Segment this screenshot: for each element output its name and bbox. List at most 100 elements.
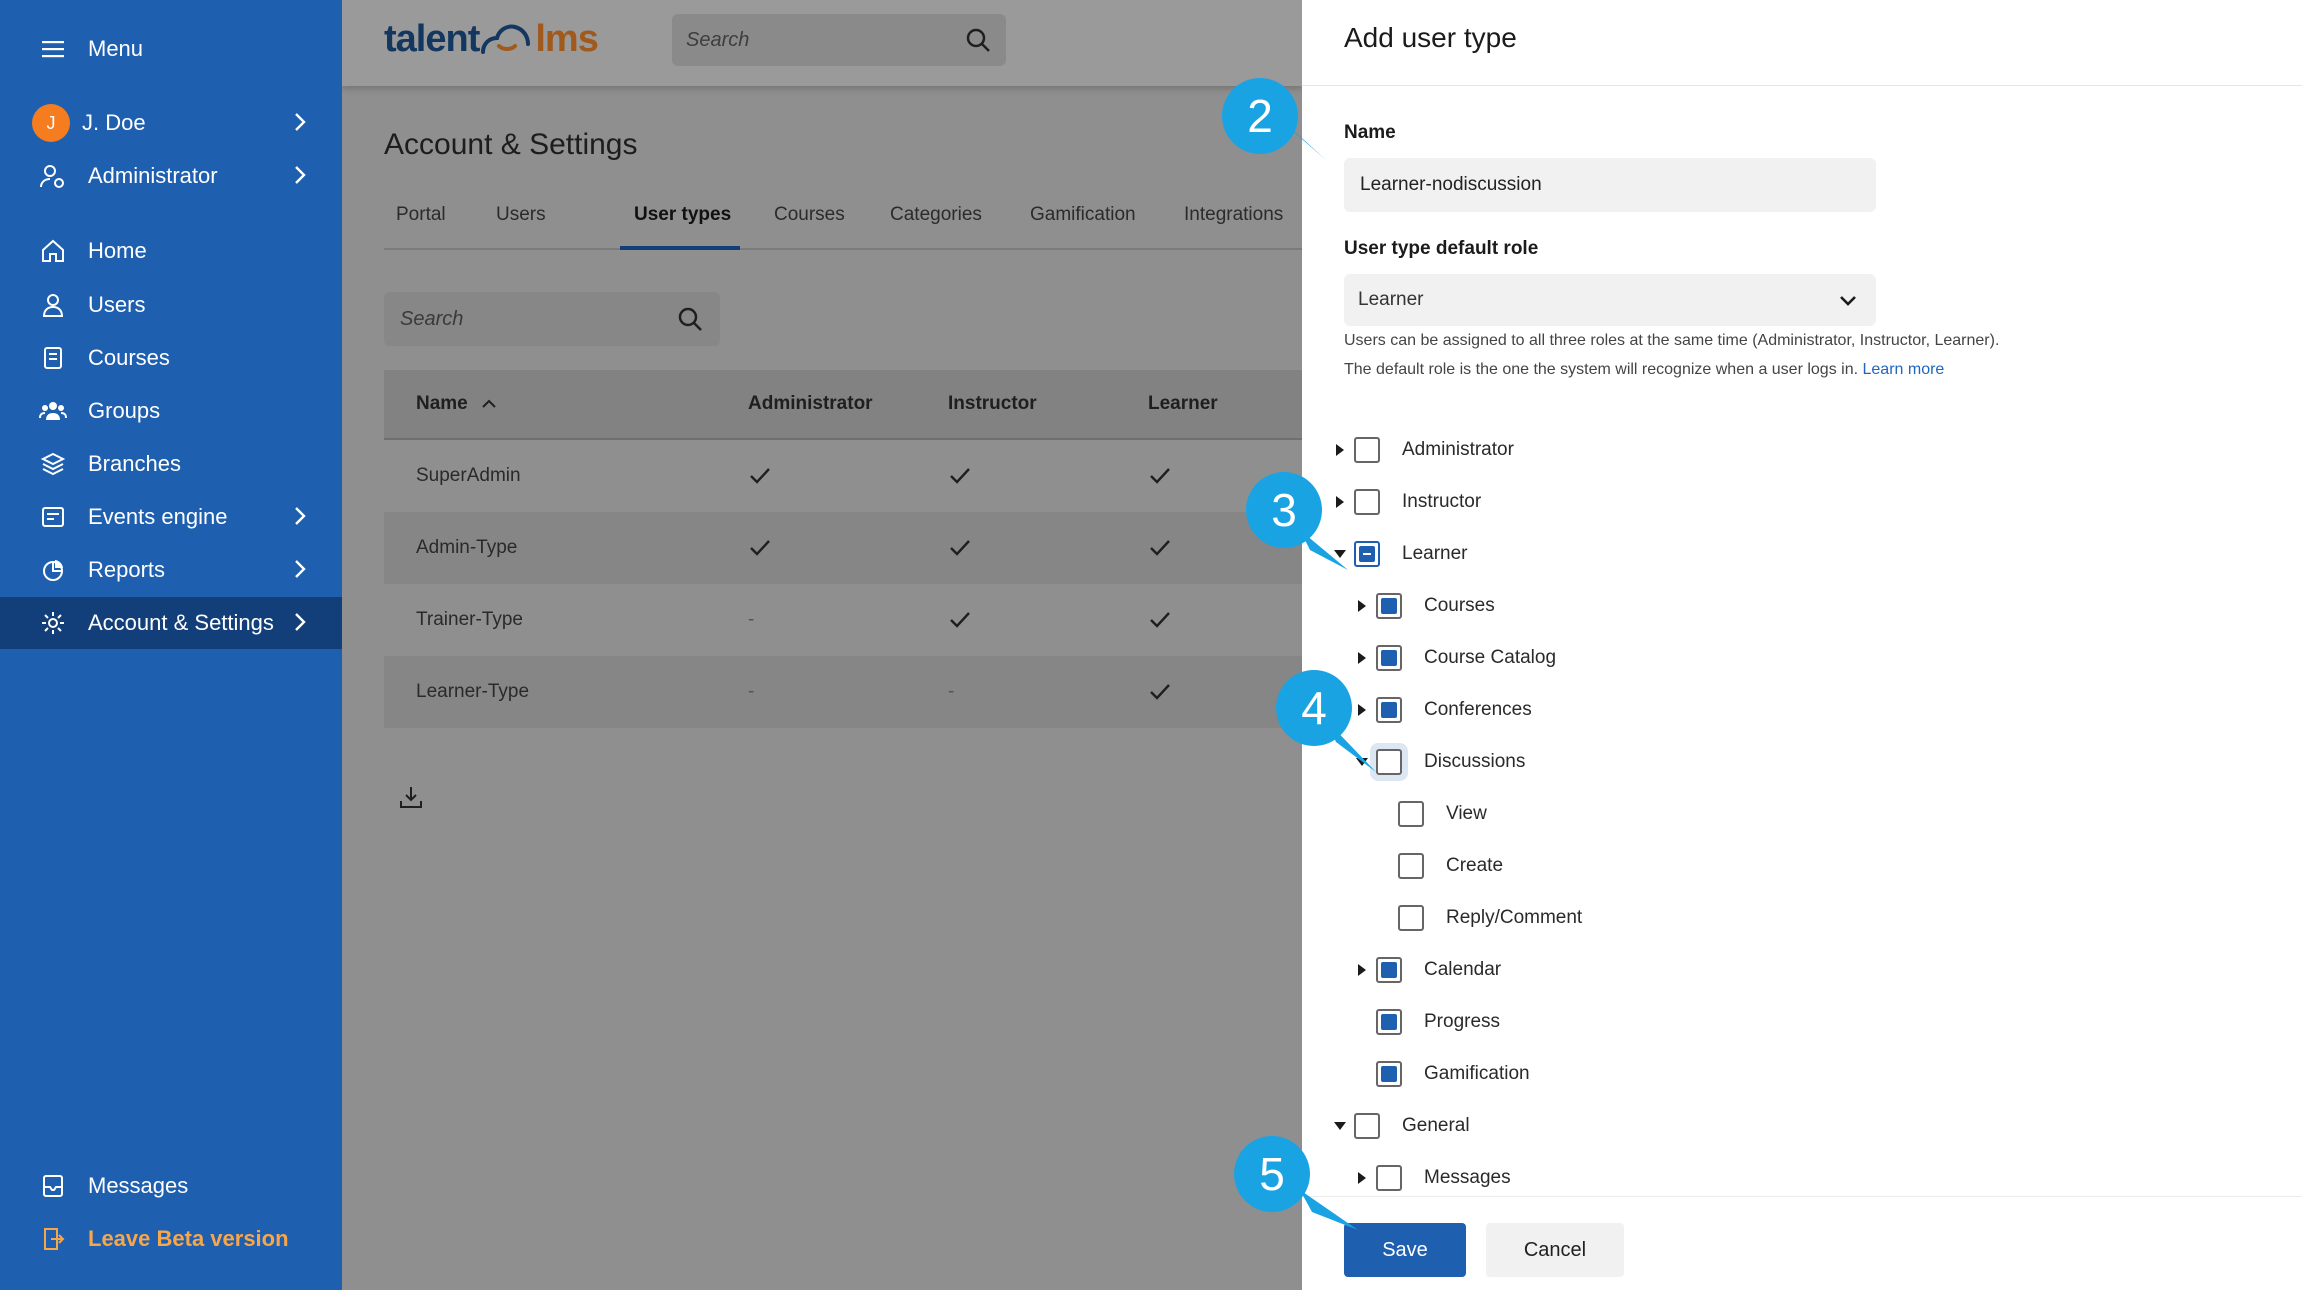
panel-footer: Save Cancel xyxy=(1302,1196,2302,1290)
learn-more-link[interactable]: Learn more xyxy=(1863,361,1945,378)
permission-checkbox[interactable] xyxy=(1376,593,1402,619)
sidebar-item-label: Reports xyxy=(88,557,166,582)
tab-portal[interactable]: Portal xyxy=(396,204,446,226)
column-header-instructor: Instructor xyxy=(948,393,1037,414)
permission-label: Administrator xyxy=(1402,439,1514,460)
role-switcher[interactable]: Administrator xyxy=(0,150,342,202)
hamburger-icon xyxy=(38,34,68,64)
permission-label: Conferences xyxy=(1424,699,1532,720)
permission-label: Calendar xyxy=(1424,959,1502,980)
permission-checkbox[interactable] xyxy=(1376,1165,1402,1191)
permission-label: Create xyxy=(1446,855,1504,876)
permission-label: Progress xyxy=(1424,1011,1501,1032)
layers-icon xyxy=(38,449,68,479)
default-role-select[interactable]: Learner xyxy=(1344,274,1876,326)
cloud-icon xyxy=(481,24,531,54)
permission-label: View xyxy=(1446,803,1487,824)
step-callout-2: 2 xyxy=(1222,78,1298,154)
cancel-button[interactable]: Cancel xyxy=(1486,1223,1624,1277)
top-bar: talent lms Search xyxy=(342,0,1302,86)
permission-checkbox[interactable] xyxy=(1354,1113,1380,1139)
sidebar-item-label: Account & Settings xyxy=(88,610,274,635)
menu-toggle[interactable]: Menu xyxy=(0,23,342,75)
permission-view: View xyxy=(1374,794,1487,834)
permission-checkbox[interactable] xyxy=(1398,853,1424,879)
expand-caret-icon[interactable] xyxy=(1330,492,1350,512)
collapse-caret-icon[interactable] xyxy=(1330,1116,1350,1136)
table-row[interactable]: SuperAdmin xyxy=(384,440,1302,512)
table-search-input[interactable]: Search xyxy=(384,292,720,346)
sidebar-item-label: Home xyxy=(88,238,147,263)
role-help-text-line-2: The default role is the one the system w… xyxy=(1344,361,1945,378)
sidebar-item-home[interactable]: Home xyxy=(0,225,342,277)
check-icon xyxy=(1150,684,1170,700)
permission-checkbox[interactable] xyxy=(1354,437,1380,463)
chevron-right-icon xyxy=(295,560,306,578)
instructor-role-cell: - xyxy=(948,681,955,702)
expand-caret-icon[interactable] xyxy=(1330,440,1350,460)
book-icon xyxy=(38,343,68,373)
download-icon[interactable] xyxy=(398,784,424,810)
permission-checkbox[interactable] xyxy=(1376,645,1402,671)
panel-title: Add user type xyxy=(1344,22,1517,53)
tab-gamification[interactable]: Gamification xyxy=(1030,204,1136,226)
permission-checkbox[interactable] xyxy=(1398,905,1424,931)
global-search-input[interactable]: Search xyxy=(672,14,1006,66)
permission-course-catalog: Course Catalog xyxy=(1352,638,1556,678)
permission-progress: Progress xyxy=(1352,1002,1500,1042)
learner-role-cell xyxy=(1148,656,1172,728)
permission-checkbox[interactable] xyxy=(1354,489,1380,515)
user-profile[interactable]: J J. Doe xyxy=(0,97,342,149)
avatar: J xyxy=(32,104,70,142)
sidebar-item-courses[interactable]: Courses xyxy=(0,332,342,384)
table-row[interactable]: Learner-Type - - xyxy=(384,656,1302,728)
expand-caret-icon[interactable] xyxy=(1352,960,1372,980)
sidebar-item-label: Users xyxy=(88,292,146,317)
table-row[interactable]: Admin-Type xyxy=(384,512,1302,584)
sidebar-item-users[interactable]: Users xyxy=(0,279,342,331)
name-input[interactable] xyxy=(1344,158,1876,212)
tab-categories[interactable]: Categories xyxy=(890,204,982,226)
permission-calendar: Calendar xyxy=(1352,950,1501,990)
home-icon xyxy=(38,236,68,266)
leave-beta-link[interactable]: Leave Beta version xyxy=(0,1213,342,1265)
expand-caret-icon[interactable] xyxy=(1352,596,1372,616)
expand-caret-icon[interactable] xyxy=(1352,1168,1372,1188)
permission-create: Create xyxy=(1374,846,1503,886)
sidebar-item-groups[interactable]: Groups xyxy=(0,385,342,437)
exit-icon xyxy=(38,1224,68,1254)
permission-checkbox[interactable] xyxy=(1376,1009,1402,1035)
gear-icon xyxy=(38,608,68,638)
step-callout-4: 4 xyxy=(1276,670,1352,746)
talentlms-logo[interactable]: talent lms xyxy=(384,14,599,64)
search-icon[interactable] xyxy=(964,26,992,54)
tab-courses[interactable]: Courses xyxy=(774,204,845,226)
tab-users[interactable]: Users xyxy=(496,204,546,226)
user-name: J. Doe xyxy=(82,110,146,135)
sidebar-item-messages[interactable]: Messages xyxy=(0,1160,342,1212)
check-icon xyxy=(950,540,970,556)
messages-icon xyxy=(38,1171,68,1201)
user-type-name: SuperAdmin xyxy=(416,465,521,486)
table-row[interactable]: Trainer-Type - xyxy=(384,584,1302,656)
user-types-table: Name Administrator Instructor Learner Su… xyxy=(384,370,1302,728)
column-header-name[interactable]: Name xyxy=(416,370,498,438)
check-icon xyxy=(950,468,970,484)
sidebar-item-branches[interactable]: Branches xyxy=(0,438,342,490)
permission-checkbox[interactable] xyxy=(1376,957,1402,983)
expand-caret-icon[interactable] xyxy=(1352,700,1372,720)
expand-caret-icon[interactable] xyxy=(1352,648,1372,668)
tab-integrations[interactable]: Integrations xyxy=(1184,204,1283,226)
tab-user-types[interactable]: User types xyxy=(634,204,731,226)
permission-label: Courses xyxy=(1424,595,1495,616)
check-icon xyxy=(1150,612,1170,628)
user-type-name: Admin-Type xyxy=(416,537,518,558)
search-icon[interactable] xyxy=(676,305,704,333)
sidebar-item-events-engine[interactable]: Events engine xyxy=(0,491,342,543)
permission-checkbox[interactable] xyxy=(1376,1061,1402,1087)
sidebar-item-label: Messages xyxy=(88,1173,189,1198)
sidebar-item-reports[interactable]: Reports xyxy=(0,544,342,596)
sidebar: Menu J J. Doe Administrator Home Users C… xyxy=(0,0,342,1290)
permission-checkbox[interactable] xyxy=(1398,801,1424,827)
sidebar-item-account-settings[interactable]: Account & Settings xyxy=(0,597,342,649)
